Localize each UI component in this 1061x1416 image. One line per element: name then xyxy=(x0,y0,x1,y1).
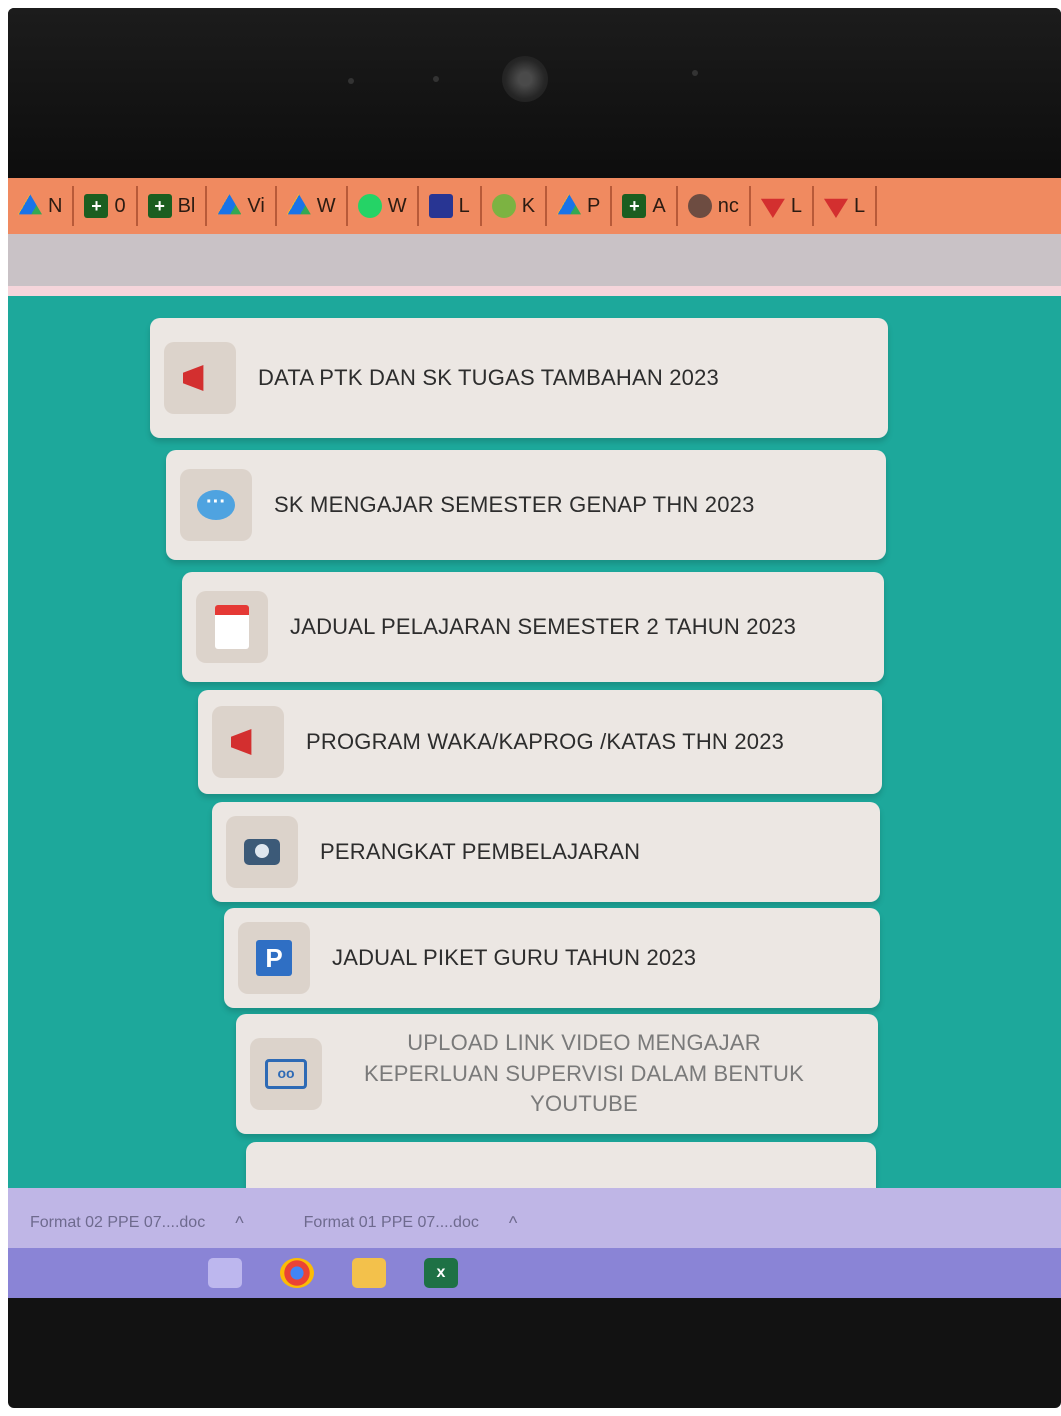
excel-icon[interactable]: x xyxy=(424,1258,458,1288)
taskbar: x xyxy=(8,1248,1061,1298)
menu-item-perangkat[interactable]: PERANGKAT PEMBELAJARAN xyxy=(212,802,880,902)
megaphone-icon xyxy=(212,706,284,778)
cassette-icon: oo xyxy=(250,1038,322,1110)
sensor-dot xyxy=(433,76,439,82)
bookmark-item[interactable]: L xyxy=(814,186,878,226)
google-drive-icon xyxy=(217,194,242,215)
bookmark-item[interactable]: L xyxy=(419,186,482,226)
green-star-icon xyxy=(491,194,516,218)
task-view-icon[interactable] xyxy=(208,1258,242,1288)
bookmark-item[interactable]: K xyxy=(482,186,548,226)
chevron-up-icon[interactable]: ^ xyxy=(509,1213,517,1234)
sensor-dot xyxy=(692,70,698,76)
parking-icon: P xyxy=(238,922,310,994)
menu-item-label: PROGRAM WAKA/KAPROG /KATAS THN 2023 xyxy=(306,728,785,754)
google-drive-icon xyxy=(18,194,42,215)
google-drive-icon xyxy=(286,194,311,215)
menu-item-upload-video[interactable]: oo UPLOAD LINK VIDEO MENGAJAR KEPERLUAN … xyxy=(236,1014,878,1134)
camera-icon xyxy=(226,816,298,888)
file-explorer-icon[interactable] xyxy=(352,1258,386,1288)
menu-item-label: PERANGKAT PEMBELAJARAN xyxy=(320,838,641,864)
bookmark-item[interactable]: N xyxy=(8,186,75,226)
laptop-bezel: N +0 + Bl Vi W W L K P + A nc L L DATA PTK… xyxy=(8,8,1061,1408)
page-header-strip xyxy=(8,234,1061,286)
menu-item-label: DATA PTK DAN SK TUGAS TAMBAHAN 2023 xyxy=(258,364,719,390)
whatsapp-icon xyxy=(357,194,382,218)
wifi-icon xyxy=(760,198,785,218)
menu-item-program-waka[interactable]: PROGRAM WAKA/KAPROG /KATAS THN 2023 xyxy=(198,690,882,794)
webcam xyxy=(502,56,548,102)
menu-item-data-ptk[interactable]: DATA PTK DAN SK TUGAS TAMBAHAN 2023 xyxy=(150,318,888,438)
bookmark-item[interactable]: nc xyxy=(678,186,751,226)
bookmark-item[interactable]: + Bl xyxy=(138,186,208,226)
google-drive-icon xyxy=(557,194,582,215)
download-item[interactable]: Format 02 PPE 07....doc ^ xyxy=(30,1213,244,1234)
green-cross-icon: + xyxy=(622,194,647,218)
header-divider xyxy=(8,286,1061,296)
download-filename: Format 02 PPE 07....doc xyxy=(30,1214,206,1231)
megaphone-icon xyxy=(164,342,236,414)
bookmark-item[interactable]: + A xyxy=(612,186,678,226)
bookmarks-bar: N +0 + Bl Vi W W L K P + A nc L L xyxy=(8,178,1061,234)
menu-item-label: UPLOAD LINK VIDEO MENGAJAR KEPERLUAN SUP… xyxy=(363,1029,804,1117)
bookmark-item[interactable]: L xyxy=(751,186,814,226)
menu-item-jadual-piket[interactable]: P JADUAL PIKET GURU TAHUN 2023 xyxy=(224,908,880,1008)
sensor-dot xyxy=(348,78,354,84)
chat-bubble-icon: ··· xyxy=(180,469,252,541)
green-cross-icon: + xyxy=(84,194,109,218)
green-cross-icon: + xyxy=(147,194,172,218)
bookmark-item[interactable]: P xyxy=(547,186,613,226)
shield-icon xyxy=(687,194,712,218)
calendar-icon xyxy=(196,591,268,663)
menu-item-label: JADUAL PELAJARAN SEMESTER 2 TAHUN 2023 xyxy=(290,613,797,639)
menu-item-sk-mengajar[interactable]: ··· SK MENGAJAR SEMESTER GENAP THN 2023 xyxy=(166,450,886,560)
menu-item-label: SK MENGAJAR SEMESTER GENAP THN 2023 xyxy=(274,491,755,517)
bookmark-item[interactable]: Vi xyxy=(207,186,277,226)
bezel-top xyxy=(8,8,1061,178)
wifi-icon xyxy=(823,198,848,218)
chevron-up-icon[interactable]: ^ xyxy=(235,1213,243,1234)
bookmark-item[interactable]: +0 xyxy=(74,186,138,226)
download-filename: Format 01 PPE 07....doc xyxy=(303,1214,479,1231)
download-item[interactable]: Format 01 PPE 07....doc ^ xyxy=(304,1213,518,1234)
chrome-icon[interactable] xyxy=(280,1258,314,1288)
bookmark-item[interactable]: W xyxy=(277,186,348,226)
menu-item-jadual-pelajaran[interactable]: JADUAL PELAJARAN SEMESTER 2 TAHUN 2023 xyxy=(182,572,884,682)
menu-item-label: JADUAL PIKET GURU TAHUN 2023 xyxy=(332,944,697,970)
bookmark-item[interactable]: W xyxy=(348,186,419,226)
list-icon xyxy=(428,194,453,218)
screen: N +0 + Bl Vi W W L K P + A nc L L DATA PTK… xyxy=(8,178,1061,1298)
